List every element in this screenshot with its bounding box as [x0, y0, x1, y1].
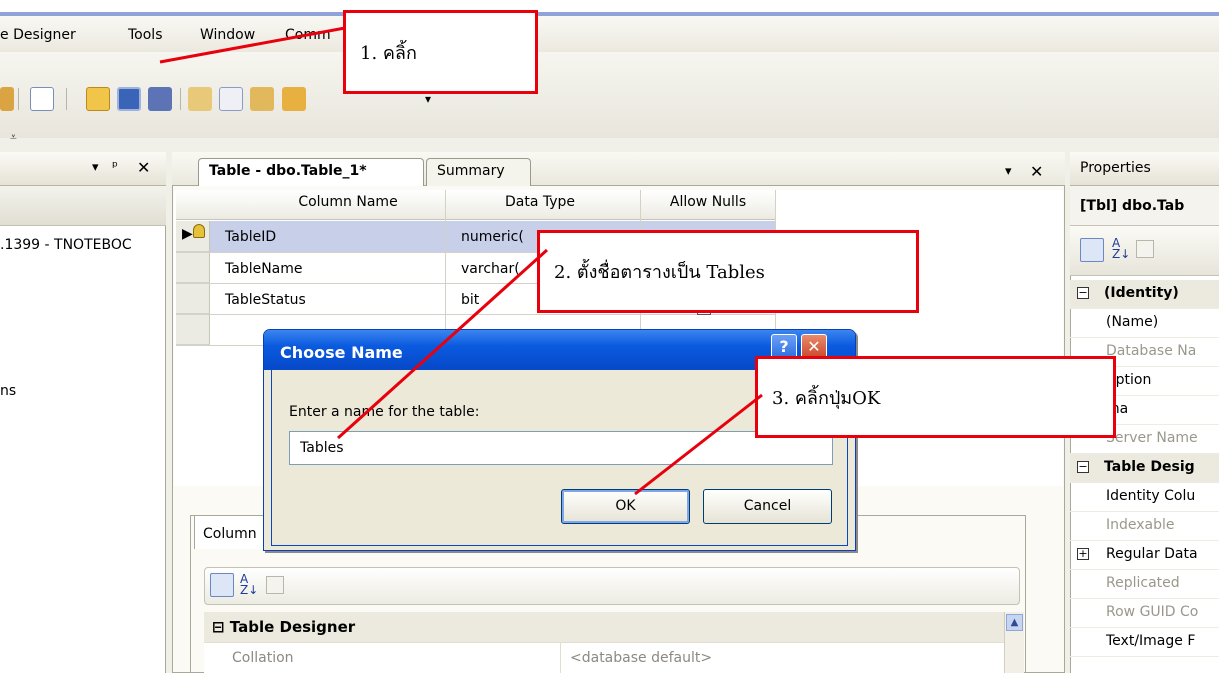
cell-data-type[interactable]: numeric(: [461, 229, 524, 245]
dialog-prompt: Enter a name for the table:: [289, 404, 480, 420]
property-label: (Name): [1106, 314, 1159, 330]
cancel-button[interactable]: Cancel: [703, 489, 832, 524]
save-icon[interactable]: [117, 87, 141, 111]
toolbar-separator: [180, 88, 181, 110]
callout-step-3: 3. คลิ้กปุ่มOK: [755, 356, 1116, 438]
property-label: Database Na: [1106, 343, 1197, 359]
registered-servers-icon[interactable]: [188, 87, 212, 111]
property-label: Identity Colu: [1106, 488, 1196, 504]
object-explorer-pane: [0, 152, 166, 673]
template-explorer-icon[interactable]: [250, 87, 274, 111]
property-label: Collation: [232, 650, 294, 666]
cell-data-type[interactable]: varchar(: [461, 261, 520, 277]
header-data-type[interactable]: Data Type: [450, 194, 630, 210]
property-row[interactable]: Replicated: [1070, 570, 1219, 599]
menu-community[interactable]: Comm: [285, 27, 331, 43]
grid-column-divider: [445, 190, 446, 345]
ok-button[interactable]: OK: [561, 489, 690, 524]
property-section-identity[interactable]: (Identity): [1070, 280, 1219, 309]
property-label: Indexable: [1106, 517, 1175, 533]
scroll-up-icon[interactable]: ▲: [1006, 614, 1023, 631]
new-query-icon[interactable]: [30, 87, 54, 111]
toolbar: [0, 52, 1219, 138]
property-pages-icon[interactable]: [1136, 240, 1154, 258]
property-label: Server Name: [1106, 430, 1198, 446]
property-row[interactable]: Identity Colu: [1070, 483, 1219, 512]
property-row[interactable]: Row GUID Co: [1070, 599, 1219, 628]
section-label: Table Designer: [229, 618, 356, 636]
toolbar-partial-icon[interactable]: [0, 87, 14, 111]
expand-toggle-icon[interactable]: ⊟: [212, 618, 230, 636]
callout-step-2: 2. ตั้งชื่อตารางเป็น Tables: [537, 230, 919, 313]
primary-key-icon: [193, 224, 205, 238]
tab-column-properties[interactable]: Column: [194, 515, 274, 549]
callout-text: 1. คลิ้ก: [360, 42, 417, 64]
property-row[interactable]: (Name): [1070, 309, 1219, 338]
categorized-icon[interactable]: [1080, 238, 1104, 262]
current-row-arrow-icon: ▶: [182, 226, 193, 242]
toolbar-overflow-icon[interactable]: ▾: [425, 92, 431, 106]
cell-column-name[interactable]: TableID: [225, 229, 276, 245]
cell-data-type[interactable]: bit: [461, 292, 479, 308]
property-row[interactable]: Text/Image F: [1070, 628, 1219, 657]
row-selector[interactable]: [176, 314, 210, 345]
tab-summary[interactable]: Summary: [426, 158, 531, 186]
menu-window[interactable]: Window: [200, 27, 255, 43]
collapse-icon[interactable]: −: [1077, 287, 1089, 299]
property-label: (Identity): [1104, 285, 1179, 301]
sort-alphabetical-icon[interactable]: A Z↓: [1112, 237, 1130, 260]
property-label: Row GUID Co: [1106, 604, 1199, 620]
property-value: <database default>: [570, 650, 713, 666]
server-node[interactable]: .1399 - TNOTEBOC: [0, 237, 132, 253]
property-row[interactable]: Indexable: [1070, 512, 1219, 541]
callout-text: 3. คลิ้กปุ่มOK: [772, 387, 881, 409]
cell-column-name[interactable]: TableName: [225, 261, 303, 277]
row-selector[interactable]: [176, 283, 210, 314]
save-all-icon[interactable]: [148, 87, 172, 111]
menu-bar: [0, 16, 1219, 52]
toolbar-separator: [66, 88, 67, 110]
collapse-icon[interactable]: −: [1077, 461, 1089, 473]
cell-column-name[interactable]: TableStatus: [225, 292, 306, 308]
pin-icon[interactable]: ᵖ: [112, 159, 118, 175]
property-divider: [560, 642, 561, 673]
toolbar-separator: [18, 88, 19, 110]
property-label: Replicated: [1106, 575, 1180, 591]
property-pages-icon[interactable]: [266, 576, 284, 594]
expand-icon[interactable]: +: [1077, 548, 1089, 560]
property-row[interactable]: Regular Data: [1070, 541, 1219, 570]
properties-icon[interactable]: [282, 87, 306, 111]
dialog-title: Choose Name: [280, 343, 403, 362]
menu-tools[interactable]: Tools: [128, 27, 163, 43]
open-file-icon[interactable]: [86, 87, 110, 111]
section-table-designer[interactable]: ⊟ Table Designer: [204, 612, 1004, 642]
properties-title: Properties: [1080, 160, 1151, 176]
column-properties-toolbar: [204, 567, 1020, 605]
sort-alphabetical-icon[interactable]: A Z↓: [240, 573, 258, 596]
menu-table-designer[interactable]: e Designer: [0, 27, 76, 43]
tree-node-partial[interactable]: ns: [0, 383, 16, 399]
property-section-table-designer[interactable]: Table Desig: [1070, 454, 1219, 483]
document-dropdown-icon[interactable]: ▾: [1005, 164, 1012, 179]
object-explorer-icon[interactable]: [219, 87, 243, 111]
object-explorer-toolbar: [0, 186, 166, 226]
property-label: Regular Data: [1106, 546, 1198, 562]
tab-table-dbo-table-1[interactable]: Table - dbo.Table_1*: [198, 158, 424, 186]
callout-step-1: 1. คลิ้ก: [343, 10, 538, 94]
row-selector[interactable]: [176, 252, 210, 283]
dropdown-icon[interactable]: ▾: [92, 160, 99, 175]
header-allow-nulls[interactable]: Allow Nulls: [648, 194, 768, 210]
header-column-name[interactable]: Column Name: [258, 194, 438, 210]
close-icon[interactable]: ✕: [137, 158, 150, 177]
categorized-icon[interactable]: [210, 573, 234, 597]
toolbar-gripper-icon[interactable]: ⩡: [10, 130, 17, 145]
table-name-input[interactable]: [289, 431, 833, 465]
property-label: Table Desig: [1104, 459, 1195, 475]
property-label: Text/Image F: [1106, 633, 1196, 649]
selected-object-name: [Tbl] dbo.Tab: [1080, 198, 1185, 214]
document-close-icon[interactable]: ✕: [1030, 162, 1043, 181]
grid-row-divider: [176, 314, 776, 315]
callout-text: 2. ตั้งชื่อตารางเป็น Tables: [554, 262, 765, 283]
